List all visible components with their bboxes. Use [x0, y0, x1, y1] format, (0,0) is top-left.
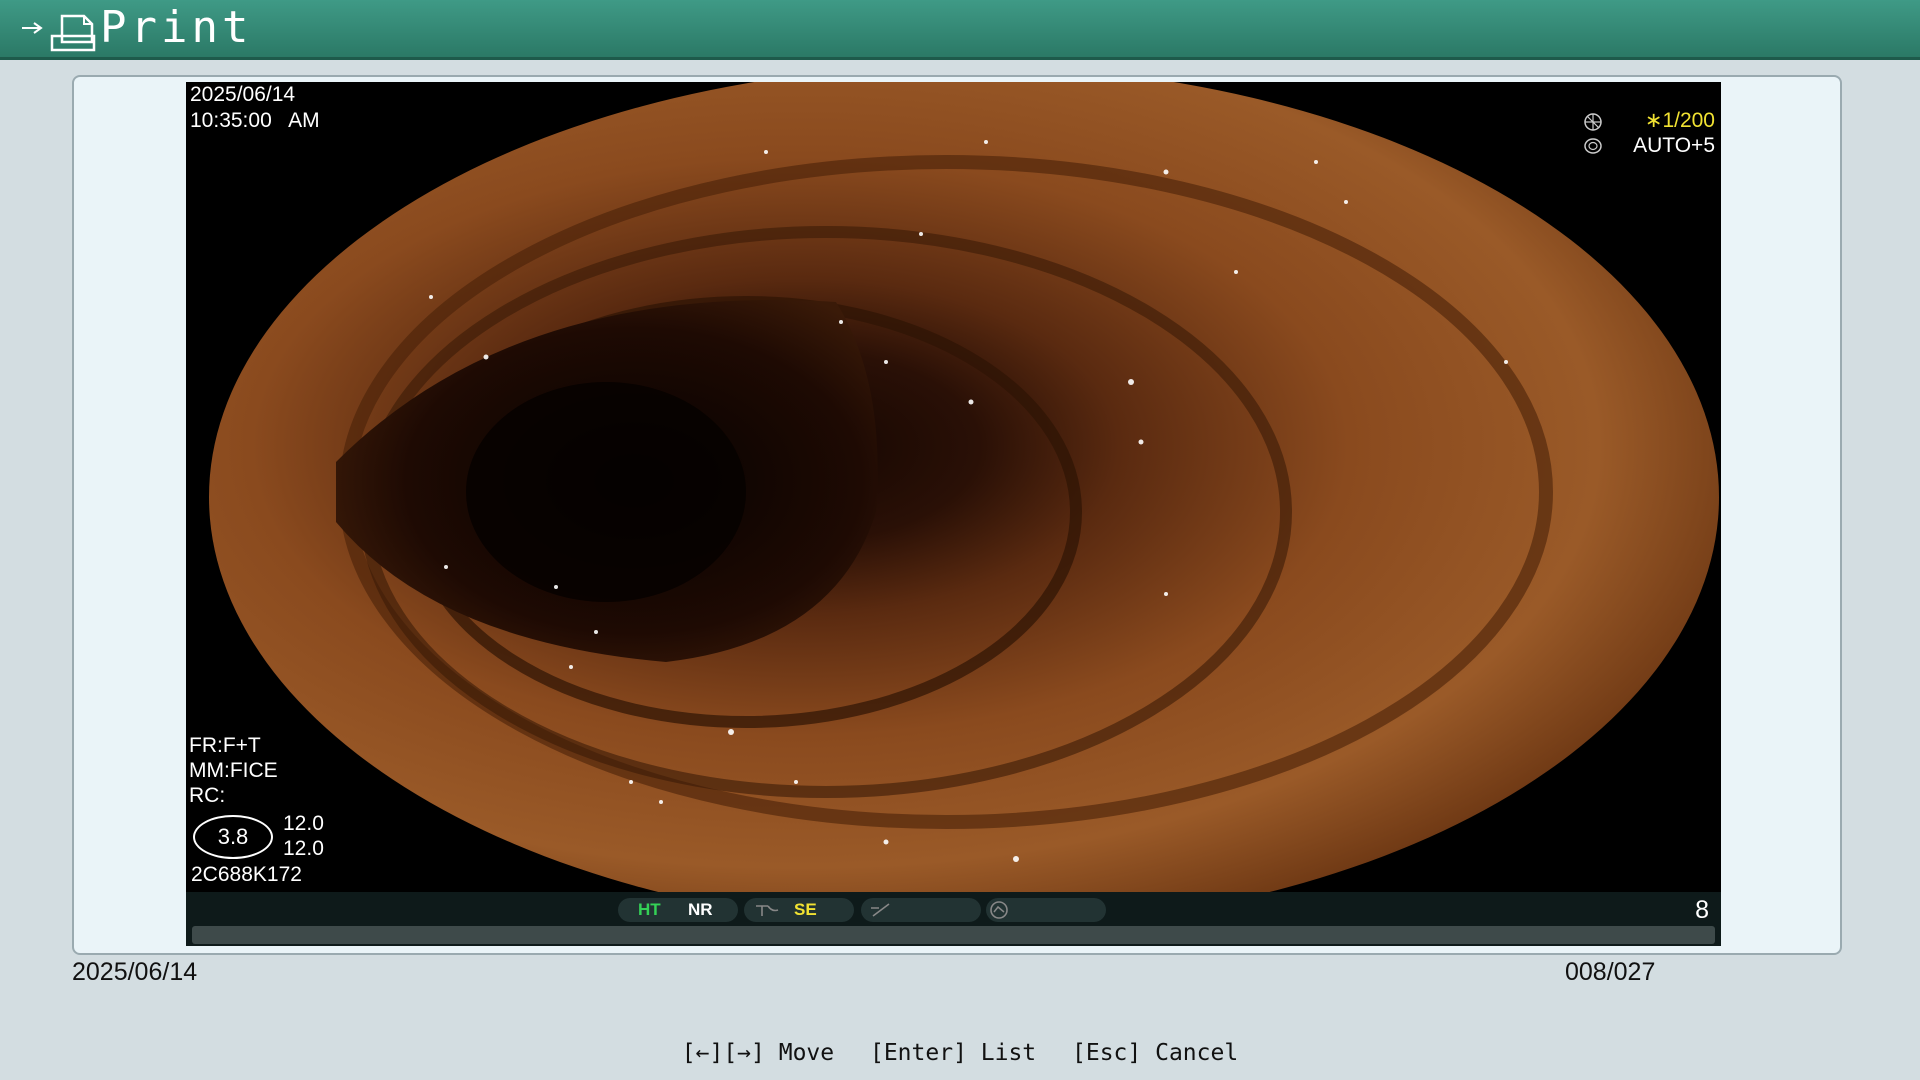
frame-number: 8 [1695, 896, 1709, 924]
capture-date: 2025/06/14 [190, 83, 296, 106]
value-1: 12.0 [283, 812, 324, 835]
image-date: 2025/06/14 [72, 958, 198, 986]
cancel-hint[interactable]: [Esc] Cancel [1072, 1040, 1238, 1066]
rc-setting: RC: [189, 784, 226, 807]
se-indicator: SE [794, 900, 817, 919]
document-icon [50, 14, 96, 52]
page-title: Print [100, 2, 253, 53]
iris-mode: AUTO+5 [1633, 134, 1715, 157]
image-status-bar: HT NR SE 8 [186, 892, 1721, 946]
arrow-right-icon [22, 22, 43, 34]
zoom-ring-value: 3.8 [193, 815, 273, 859]
move-hint[interactable]: [←][→] Move [682, 1040, 834, 1066]
nr-indicator: NR [688, 900, 713, 919]
structure-enhance-icon [756, 905, 779, 916]
ht-indicator: HT [638, 900, 661, 919]
status-pill [618, 898, 738, 922]
status-bar-lower [192, 926, 1715, 944]
key-hints: [←][→] Move [Enter] List [Esc] Cancel [0, 1040, 1920, 1066]
list-hint[interactable]: [Enter] List [870, 1040, 1036, 1066]
endoscope-image: 2025/06/14 10:35:00 AM ∗1/200 AUTO+5 FR:… [186, 82, 1721, 892]
title-bar: Print [0, 0, 1920, 60]
shutter-icon [1584, 113, 1602, 131]
capture-icon [990, 901, 1008, 919]
image-counter: 008/027 [1565, 958, 1656, 986]
scope-serial: 2C688K172 [191, 863, 302, 886]
shutter-speed: ∗1/200 [1644, 109, 1715, 132]
iris-icon [1584, 138, 1602, 154]
endoscope-view [209, 82, 1719, 892]
fr-setting: FR:F+T [189, 734, 261, 757]
mm-setting: MM:FICE [189, 759, 278, 782]
value-2: 12.0 [283, 837, 324, 860]
capture-time: 10:35:00 AM [190, 109, 320, 132]
enhance-icon [871, 903, 890, 917]
